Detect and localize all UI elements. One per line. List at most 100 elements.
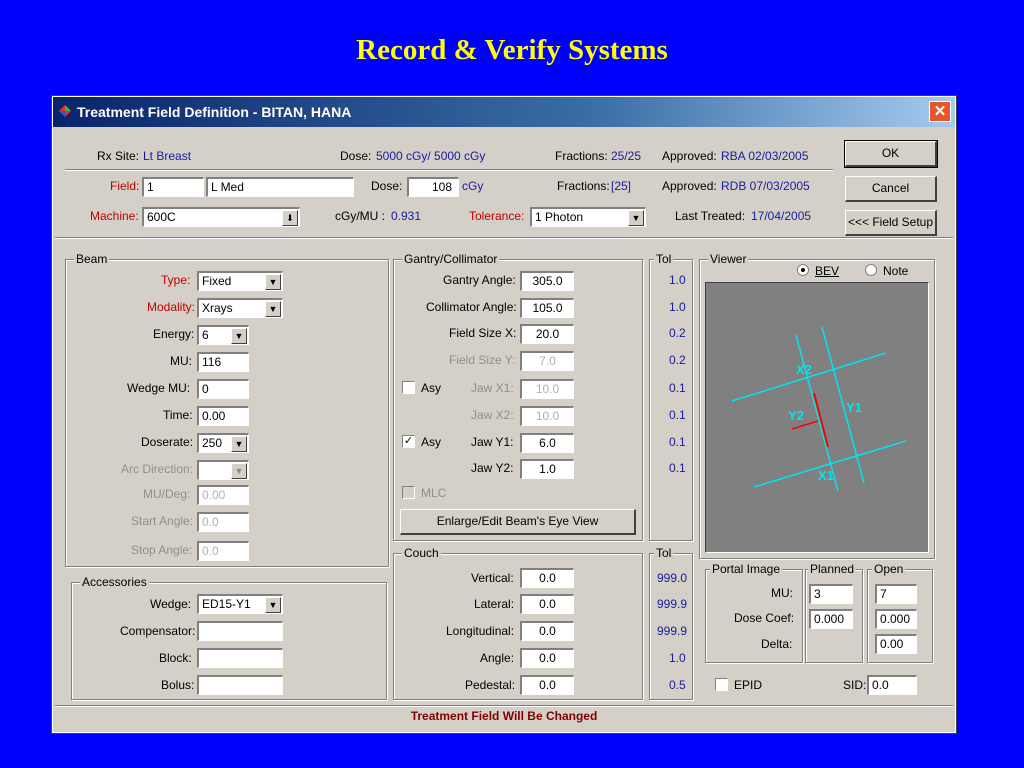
bolus-input[interactable] <box>197 675 283 695</box>
wedge-select[interactable]: ED15-Y1 ▼ <box>197 594 283 614</box>
beams-eye-view[interactable]: X2 Y2 Y1 X1 <box>705 282 929 553</box>
jaw-y1-label: Jaw Y1: <box>471 435 514 449</box>
ok-button[interactable]: OK <box>844 140 938 168</box>
tolerance-dropdown-icon[interactable]: ▼ <box>628 210 644 226</box>
mlc-label: MLC <box>421 486 447 500</box>
cancel-button[interactable]: Cancel <box>845 176 937 202</box>
tol-longitudinal: 999.9 <box>657 624 688 638</box>
block-input[interactable] <box>197 648 283 668</box>
field-size-x-input[interactable]: 20.0 <box>520 324 574 344</box>
bev-radio[interactable] <box>797 264 809 276</box>
compensator-label: Compensator: <box>120 624 196 638</box>
delta-open-input[interactable]: 0.00 <box>875 634 917 654</box>
longitudinal-label: Longitudinal: <box>446 624 515 638</box>
field-setup-button[interactable]: <<< Field Setup <box>845 210 937 236</box>
asy-x-label: Asy <box>421 381 442 395</box>
jaw-x2-input[interactable]: 10.0 <box>520 406 574 426</box>
couch-angle-label: Angle: <box>480 651 515 665</box>
mlc-checkbox[interactable] <box>402 486 415 499</box>
bolus-label: Bolus: <box>161 678 195 692</box>
longitudinal-input[interactable]: 0.0 <box>520 621 574 641</box>
sid-input[interactable]: 0.0 <box>867 675 917 695</box>
jaw-y1-input[interactable]: 6.0 <box>520 433 574 453</box>
collimator-angle-input[interactable]: 105.0 <box>520 298 574 318</box>
arc-direction-select[interactable]: ▼ <box>197 460 249 480</box>
vertical-input[interactable]: 0.0 <box>520 568 574 588</box>
mu-input[interactable]: 116 <box>197 352 249 372</box>
bev-drawing: X2 Y2 Y1 X1 <box>731 326 907 492</box>
machine-value: 600C <box>147 210 176 224</box>
field-fractions-value: [25] <box>611 179 632 193</box>
tol-angle: 1.0 <box>669 651 686 665</box>
field-dose-unit: cGy <box>462 179 484 193</box>
window-title: Treatment Field Definition - BITAN, HANA <box>77 104 352 120</box>
asy-y-checkbox[interactable]: ✓ <box>402 435 415 448</box>
energy-label: Energy: <box>153 327 195 341</box>
gantry-angle-label: Gantry Angle: <box>443 273 516 287</box>
energy-value: 6 <box>202 328 209 342</box>
close-button[interactable]: ✕ <box>929 101 951 122</box>
rx-site-value: Lt Breast <box>143 149 192 163</box>
vertical-label: Vertical: <box>471 571 514 585</box>
field-number-input[interactable]: 1 <box>142 177 204 197</box>
status-separator <box>55 705 953 707</box>
portal-mu-open-input[interactable]: 7 <box>875 584 917 604</box>
cgy-mu-label: cGy/MU : <box>335 209 385 223</box>
field-approved-label: Approved: <box>662 179 717 193</box>
machine-select[interactable]: 600C ⬇ <box>142 207 300 227</box>
accessories-group-title: Accessories <box>80 575 149 589</box>
mu-deg-input[interactable]: 0.00 <box>197 485 249 505</box>
doserate-select[interactable]: 250 ▼ <box>197 433 249 453</box>
type-select[interactable]: Fixed ▼ <box>197 271 283 291</box>
note-radio[interactable] <box>865 264 877 276</box>
treatment-field-window: Treatment Field Definition - BITAN, HANA… <box>51 95 957 734</box>
dose-coef-planned-input[interactable]: 0.000 <box>809 609 853 629</box>
mu-label: MU: <box>170 354 192 368</box>
dose-coef-open-input[interactable]: 0.000 <box>875 609 917 629</box>
asy-x-checkbox[interactable] <box>402 381 415 394</box>
jaw-y2-input[interactable]: 1.0 <box>520 459 574 479</box>
machine-dropdown-icon[interactable]: ⬇ <box>282 210 298 226</box>
type-dropdown-icon[interactable]: ▼ <box>265 274 281 290</box>
type-value: Fixed <box>202 274 232 288</box>
arc-direction-dropdown-icon[interactable]: ▼ <box>231 463 247 479</box>
lateral-label: Lateral: <box>474 597 515 611</box>
cgy-mu-value: 0.931 <box>391 209 422 223</box>
start-angle-input[interactable]: 0.0 <box>197 512 249 532</box>
rx-separator <box>65 169 833 171</box>
field-size-y-input[interactable]: 7.0 <box>520 351 574 371</box>
modality-dropdown-icon[interactable]: ▼ <box>265 301 281 317</box>
time-input[interactable]: 0.00 <box>197 406 249 426</box>
wedge-dropdown-icon[interactable]: ▼ <box>265 597 281 613</box>
jaw-x1-input[interactable]: 10.0 <box>520 379 574 399</box>
couch-group: Couch <box>393 546 643 700</box>
field-dose-input[interactable]: 108 <box>407 177 459 197</box>
wedge-mu-label: Wedge MU: <box>127 381 191 395</box>
tol-gantry-title: Tol <box>654 252 674 266</box>
tolerance-select[interactable]: 1 Photon ▼ <box>530 207 646 227</box>
enlarge-bev-button[interactable]: Enlarge/Edit Beam's Eye View <box>400 509 636 535</box>
epid-checkbox[interactable] <box>715 678 728 691</box>
energy-select[interactable]: 6 ▼ <box>197 325 249 345</box>
rx-dose-label: Dose: <box>340 149 372 163</box>
doserate-dropdown-icon[interactable]: ▼ <box>231 436 247 452</box>
jaw-x2-label: Jaw X2: <box>471 408 514 422</box>
bev-wedge-line <box>813 392 829 448</box>
modality-select[interactable]: Xrays ▼ <box>197 298 283 318</box>
window-titlebar[interactable]: Treatment Field Definition - BITAN, HANA… <box>53 97 955 127</box>
energy-dropdown-icon[interactable]: ▼ <box>231 328 247 344</box>
portal-mu-planned-input[interactable]: 3 <box>809 584 853 604</box>
compensator-input[interactable] <box>197 621 283 641</box>
couch-group-title: Couch <box>402 546 441 560</box>
tol-vertical: 999.0 <box>657 571 688 585</box>
couch-angle-input[interactable]: 0.0 <box>520 648 574 668</box>
stop-angle-input[interactable]: 0.0 <box>197 541 249 561</box>
epid-label: EPID <box>734 678 763 692</box>
lateral-input[interactable]: 0.0 <box>520 594 574 614</box>
arc-direction-label: Arc Direction: <box>121 462 194 476</box>
asy-y-label: Asy <box>421 435 442 449</box>
pedestal-input[interactable]: 0.0 <box>520 675 574 695</box>
wedge-mu-input[interactable]: 0 <box>197 379 249 399</box>
field-name-input[interactable]: L Med <box>206 177 354 197</box>
gantry-angle-input[interactable]: 305.0 <box>520 271 574 291</box>
